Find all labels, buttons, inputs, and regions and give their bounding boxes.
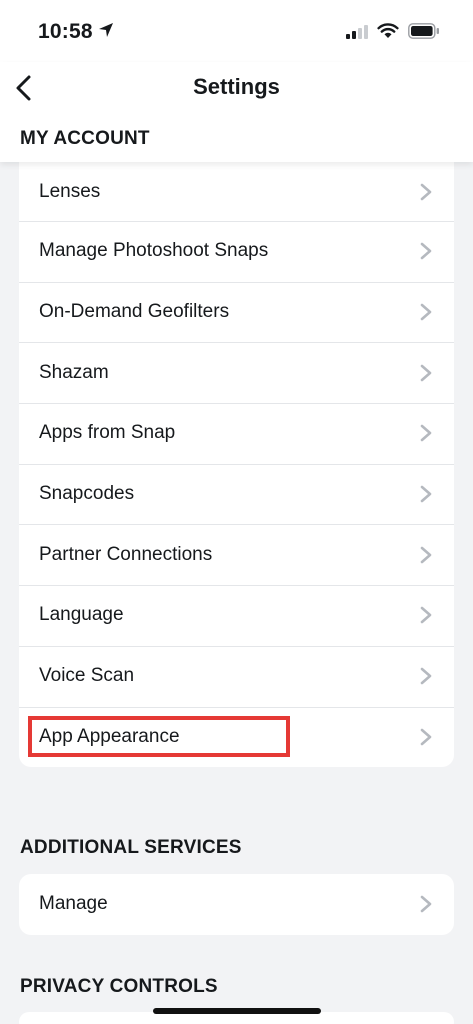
row-label: Apps from Snap xyxy=(39,422,176,444)
chevron-right-icon xyxy=(420,364,432,382)
chevron-right-icon xyxy=(420,728,432,746)
row-label: Shazam xyxy=(39,361,109,383)
settings-row-language[interactable]: Language xyxy=(19,585,454,646)
row-label: Manage Photoshoot Snaps xyxy=(39,240,269,262)
chevron-right-icon xyxy=(420,607,432,624)
chevron-right-icon xyxy=(420,485,432,503)
cellular-signal-icon xyxy=(346,25,368,39)
row-label: Lenses xyxy=(39,180,101,202)
chevron-right-icon xyxy=(420,667,432,685)
settings-row-manage-photoshoot-snaps[interactable]: Manage Photoshoot Snaps xyxy=(19,221,454,282)
status-time: 10:58 xyxy=(38,20,93,43)
location-arrow-icon xyxy=(99,23,113,37)
settings-row-app-appearance[interactable]: App Appearance xyxy=(19,706,454,768)
section-label-my-account: MY ACCOUNT xyxy=(20,128,150,149)
row-label: Partner Connections xyxy=(39,543,213,565)
settings-row-on-demand-geofilters[interactable]: On-Demand Geofilters xyxy=(19,281,454,343)
settings-row-snapcodes[interactable]: Snapcodes xyxy=(19,463,454,525)
chevron-right-icon xyxy=(420,546,432,564)
row-label: App Appearance xyxy=(39,725,180,747)
row-label: Manage xyxy=(39,893,108,915)
settings-row-shazam[interactable]: Shazam xyxy=(19,342,454,403)
settings-row-manage[interactable]: Manage xyxy=(19,874,454,935)
status-bar: 10:58 xyxy=(0,0,473,62)
settings-header: Settings MY ACCOUNT xyxy=(0,62,473,162)
wifi-icon xyxy=(377,23,399,38)
chevron-right-icon xyxy=(420,243,432,260)
section-label-additional-services: ADDITIONAL SERVICES xyxy=(20,837,242,858)
row-label: Language xyxy=(39,604,124,626)
chevron-right-icon xyxy=(420,896,432,913)
settings-row-apps-from-snap[interactable]: Apps from Snap xyxy=(19,403,454,464)
settings-row-partner-connections[interactable]: Partner Connections xyxy=(19,524,454,585)
chevron-right-icon xyxy=(420,425,432,442)
chevron-right-icon xyxy=(420,183,432,200)
my-account-list: Lenses Manage Photoshoot Snaps On-Demand… xyxy=(19,162,454,768)
row-label: Snapcodes xyxy=(39,483,135,505)
additional-services-list: Manage xyxy=(19,874,454,935)
home-indicator[interactable] xyxy=(153,1008,321,1014)
settings-row-voice-scan[interactable]: Voice Scan xyxy=(19,645,454,707)
chevron-right-icon xyxy=(420,303,432,321)
page-title: Settings xyxy=(193,74,280,99)
battery-icon xyxy=(408,23,439,39)
settings-row-lenses[interactable]: Lenses xyxy=(19,162,454,221)
row-label: On-Demand Geofilters xyxy=(39,301,230,323)
section-label-privacy-controls: PRIVACY CONTROLS xyxy=(20,976,218,997)
row-label: Voice Scan xyxy=(39,665,135,687)
